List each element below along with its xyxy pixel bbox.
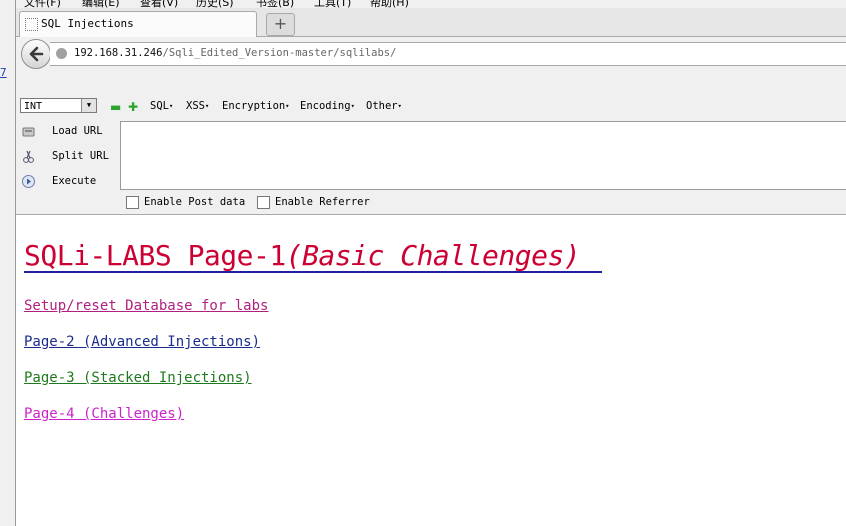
menu-sql[interactable]: SQL▾ [150, 100, 173, 112]
hackbar-url-textarea[interactable] [120, 121, 846, 190]
page-title-main: SQLi-LABS Page-1 [24, 239, 286, 272]
load-url-label: Load URL [52, 125, 103, 137]
hackbar-actions: Load URL Split URL Execute [16, 120, 121, 195]
desktop-edge: 7 [0, 0, 16, 526]
menu-file[interactable]: 文件(F) [24, 0, 61, 8]
page-title-sub: (Basic Challenges) [285, 239, 581, 272]
link-page-3[interactable]: Page-3 (Stacked Injections) [24, 370, 252, 386]
menu-help[interactable]: 帮助(H) [370, 0, 409, 8]
type-select[interactable]: INT ▼ [20, 98, 97, 113]
increment-icon[interactable]: ✚ [128, 100, 138, 114]
link-setup-database[interactable]: Setup/reset Database for labs [24, 298, 268, 314]
gutter-mark: 7 [0, 66, 7, 79]
caret-icon: ▾ [397, 102, 402, 110]
tab-sql-injections[interactable]: SQL Injections [19, 11, 257, 37]
load-url-icon [22, 127, 35, 137]
menu-bookmarks[interactable]: 书签(B) [256, 0, 294, 8]
menu-xss-label: XSS [186, 100, 205, 112]
url-bar[interactable]: 192.168.31.246/Sqli_Edited_Version-maste… [50, 42, 846, 66]
type-select-value: INT [24, 101, 43, 112]
menu-edit[interactable]: 编辑(E) [82, 0, 120, 8]
scissors-icon [23, 150, 34, 163]
link-page-2[interactable]: Page-2 (Advanced Injections) [24, 334, 260, 350]
globe-icon [56, 48, 67, 59]
page-title: SQLi-LABS Page-1(Basic Challenges) [24, 239, 581, 272]
url-text: 192.168.31.246/Sqli_Edited_Version-maste… [74, 47, 396, 59]
menu-view[interactable]: 查看(V) [140, 0, 178, 8]
title-underline [24, 271, 602, 273]
new-tab-button[interactable]: + [266, 13, 295, 36]
enable-post-label: Enable Post data [144, 196, 246, 208]
back-button[interactable] [21, 39, 51, 69]
menu-xss[interactable]: XSS▾ [186, 100, 209, 112]
caret-icon: ▾ [350, 102, 355, 110]
decrement-icon[interactable]: ▬ [110, 100, 121, 114]
chrome-divider [16, 214, 846, 215]
enable-referrer-label: Enable Referrer [275, 196, 370, 208]
url-path: /Sqli_Edited_Version-master/sqlilabs/ [162, 47, 397, 59]
back-arrow-icon [29, 46, 44, 62]
chevron-down-icon: ▼ [81, 99, 96, 112]
page-icon [25, 18, 38, 31]
link-page-4[interactable]: Page-4 (Challenges) [24, 406, 184, 422]
enable-post-checkbox[interactable] [126, 196, 139, 209]
play-icon [22, 175, 35, 188]
page-content: SQLi-LABS Page-1(Basic Challenges) Setup… [16, 216, 846, 526]
menu-encoding-label: Encoding [300, 100, 351, 112]
menu-sql-label: SQL [150, 100, 169, 112]
menu-encryption[interactable]: Encryption▾ [222, 100, 289, 112]
navigation-bar: 192.168.31.246/Sqli_Edited_Version-maste… [16, 37, 846, 71]
enable-referrer-checkbox[interactable] [257, 196, 270, 209]
caret-icon: ▾ [204, 102, 210, 110]
menu-encoding[interactable]: Encoding▾ [300, 100, 355, 112]
menu-history[interactable]: 历史(S) [196, 0, 234, 8]
tab-strip: SQL Injections + [16, 8, 846, 37]
menu-other-label: Other [366, 100, 398, 112]
caret-icon: ▾ [168, 102, 174, 110]
tab-title: SQL Injections [41, 17, 134, 30]
execute-label: Execute [52, 175, 97, 187]
menu-other[interactable]: Other▾ [366, 100, 402, 112]
caret-icon: ▾ [285, 102, 290, 110]
split-url-label: Split URL [52, 150, 109, 162]
menu-tools[interactable]: 工具(T) [314, 0, 351, 8]
menubar: 文件(F) 编辑(E) 查看(V) 历史(S) 书签(B) 工具(T) 帮助(H… [16, 0, 846, 8]
url-host: 192.168.31.246 [74, 47, 163, 59]
hackbar-toolbar: INT ▼ ▬ ✚ SQL▾ XSS▾ Encryption▾ Encoding… [16, 96, 846, 118]
browser-chrome: 文件(F) 编辑(E) 查看(V) 历史(S) 书签(B) 工具(T) 帮助(H… [16, 0, 846, 215]
menu-encryption-label: Encryption [222, 100, 286, 112]
